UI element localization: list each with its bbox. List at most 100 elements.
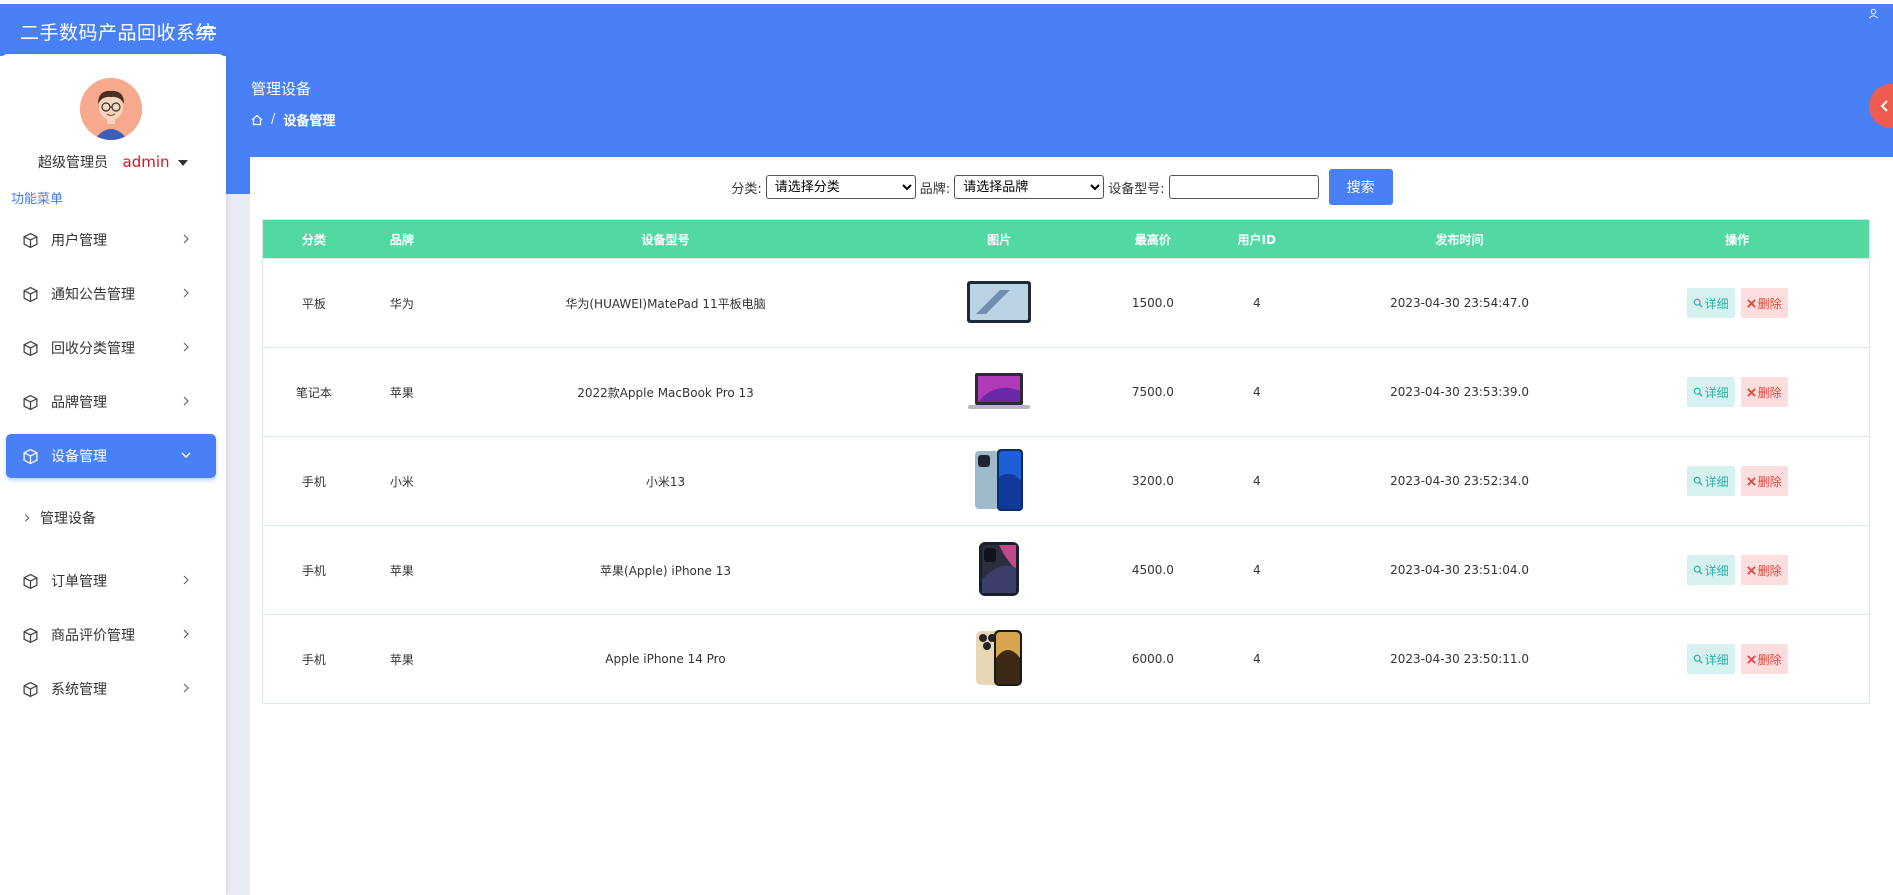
breadcrumb: / 设备管理 (251, 110, 335, 129)
chevron-right-icon (183, 683, 189, 693)
cell-model: Apple iPhone 14 Pro (605, 652, 726, 666)
detail-label: 详细 (1704, 474, 1729, 489)
page-title: 管理设备 (251, 80, 312, 98)
home-icon[interactable] (251, 114, 263, 126)
delete-button[interactable]: 删除 (1740, 288, 1788, 318)
column-header: 用户ID (1237, 232, 1276, 247)
cell-image (892, 540, 1106, 601)
detail-button[interactable]: 详细 (1686, 377, 1735, 407)
sidebar-item-brands[interactable]: 品牌管理 (6, 380, 216, 424)
cell-actions: 详细 删除 (1605, 555, 1869, 585)
cell-user-id: 4 (1252, 652, 1261, 666)
detail-button[interactable]: 详细 (1686, 288, 1735, 318)
close-icon (1746, 565, 1756, 575)
user-role: 超级管理员 (38, 155, 109, 171)
user-info: 超级管理员 admin (0, 152, 226, 172)
sidebar-item-label: 商品评价管理 (51, 628, 135, 644)
top-bar: 二手数码产品回收系统 (0, 4, 1893, 56)
cell-actions: 详细 删除 (1605, 466, 1869, 496)
column-header: 设备型号 (641, 232, 690, 247)
sidebar-item-label: 用户管理 (51, 233, 107, 249)
submenu-item-manage-devices[interactable]: 管理设备 (22, 508, 96, 528)
cell-user-id: 4 (1252, 474, 1261, 488)
chevron-right-icon (183, 629, 189, 639)
sidebar-item-devices[interactable]: 设备管理 (6, 434, 216, 478)
menu-toggle-icon[interactable] (200, 27, 216, 35)
sidebar-item-recycle-categories[interactable]: 回收分类管理 (6, 326, 216, 370)
delete-label: 删除 (1757, 296, 1782, 311)
cell-brand: 苹果 (389, 652, 414, 667)
close-icon (1746, 387, 1756, 397)
sidebar-item-users[interactable]: 用户管理 (6, 218, 216, 262)
chevron-right-icon (183, 342, 189, 352)
user-name-dropdown[interactable]: admin (123, 153, 170, 171)
cell-time: 2023-04-30 23:54:47.0 (1390, 296, 1529, 310)
avatar[interactable] (80, 78, 142, 140)
table-row: 平板 华为 华为(HUAWEI)MatePad 11平板电脑 1500.0 4 … (263, 258, 1869, 347)
cell-brand: 苹果 (389, 563, 414, 578)
column-header: 最高价 (1134, 232, 1171, 247)
cell-time: 2023-04-30 23:50:11.0 (1390, 652, 1529, 666)
cube-icon (23, 286, 38, 302)
cube-icon (23, 627, 38, 643)
detail-button[interactable]: 详细 (1686, 555, 1735, 585)
sidebar-item-system[interactable]: 系统管理 (6, 667, 216, 711)
delete-label: 删除 (1757, 385, 1782, 400)
cell-actions: 详细 删除 (1605, 288, 1869, 318)
close-icon (1746, 298, 1756, 308)
detail-label: 详细 (1704, 652, 1729, 667)
detail-label: 详细 (1704, 563, 1729, 578)
cell-price: 7500.0 (1131, 385, 1174, 399)
cell-model: 华为(HUAWEI)MatePad 11平板电脑 (565, 296, 766, 311)
sidebar-item-reviews[interactable]: 商品评价管理 (6, 613, 216, 657)
delete-label: 删除 (1757, 474, 1782, 489)
table-header: 分类 品牌 设备型号 图片 最高价 用户ID 发布时间 操作 (263, 220, 1869, 258)
sidebar-item-orders[interactable]: 订单管理 (6, 559, 216, 603)
cube-icon (23, 681, 38, 697)
category-select[interactable]: 请选择分类 (765, 175, 916, 199)
user-icon[interactable] (1868, 8, 1879, 22)
chevron-down-icon (181, 452, 191, 458)
zoom-in-icon (1693, 565, 1703, 575)
cube-icon (23, 448, 38, 464)
table-row: 手机 苹果 Apple iPhone 14 Pro 6000.0 4 2023-… (263, 614, 1869, 703)
sidebar-item-label: 设备管理 (51, 449, 107, 465)
menu-heading: 功能菜单 (11, 192, 64, 207)
brand-select[interactable]: 请选择品牌 (954, 175, 1105, 199)
column-header: 操作 (1725, 232, 1750, 247)
chevron-right-icon (183, 575, 189, 585)
breadcrumb-separator: / (271, 112, 276, 127)
zoom-in-icon (1693, 654, 1703, 664)
delete-label: 删除 (1757, 563, 1782, 578)
cell-price: 6000.0 (1131, 652, 1174, 666)
phone-image (979, 541, 1020, 596)
breadcrumb-current: 设备管理 (283, 114, 336, 129)
cell-model: 小米13 (645, 474, 686, 489)
delete-button[interactable]: 删除 (1740, 644, 1788, 674)
cell-model: 2022款Apple MacBook Pro 13 (577, 385, 754, 400)
cell-model: 苹果(Apple) iPhone 13 (600, 563, 731, 578)
brand-label: 品牌: (919, 181, 951, 197)
cell-category: 手机 (301, 563, 326, 578)
delete-button[interactable]: 删除 (1740, 555, 1788, 585)
cell-time: 2023-04-30 23:53:39.0 (1390, 385, 1529, 399)
cell-image (892, 280, 1106, 327)
app-title: 二手数码产品回收系统 (20, 22, 216, 44)
search-button[interactable]: 搜索 (1328, 169, 1393, 205)
search-form: 分类: 请选择分类 品牌: 请选择品牌 设备型号: 搜索 (250, 169, 1874, 205)
chevron-right-icon (183, 288, 189, 298)
sidebar-item-label: 回收分类管理 (51, 341, 135, 357)
cell-image (892, 371, 1106, 414)
cell-category: 平板 (301, 296, 326, 311)
cell-category: 手机 (301, 652, 326, 667)
cube-icon (23, 340, 38, 356)
detail-button[interactable]: 详细 (1686, 644, 1735, 674)
table-row: 手机 苹果 苹果(Apple) iPhone 13 4500.0 4 2023-… (263, 525, 1869, 614)
sidebar-item-notices[interactable]: 通知公告管理 (6, 272, 216, 316)
detail-button[interactable]: 详细 (1686, 466, 1735, 496)
model-input[interactable] (1168, 175, 1319, 199)
delete-button[interactable]: 删除 (1740, 377, 1788, 407)
caret-down-icon[interactable] (177, 160, 188, 166)
delete-button[interactable]: 删除 (1740, 466, 1788, 496)
cell-image (892, 628, 1106, 691)
